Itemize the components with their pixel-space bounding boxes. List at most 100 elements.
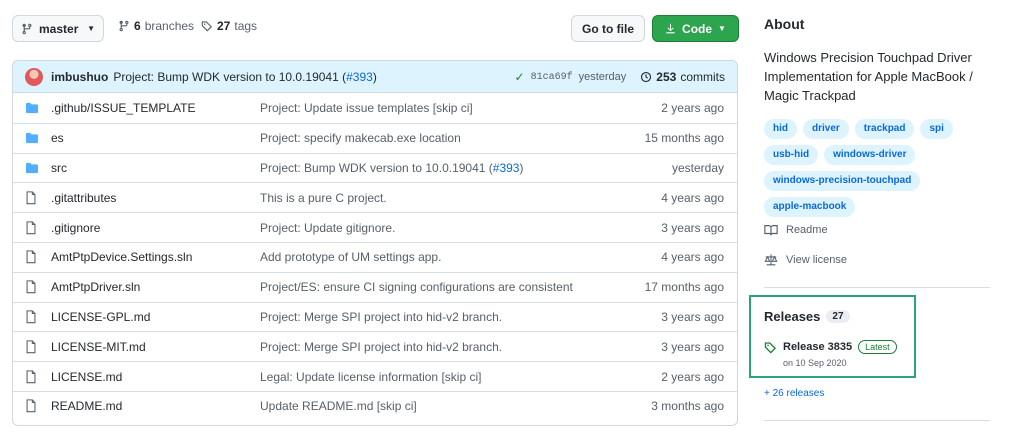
releases-count-badge: 27	[826, 310, 850, 323]
file-commit-message[interactable]: Project: Merge SPI project into hid-v2 b…	[260, 340, 502, 354]
go-to-file-button[interactable]: Go to file	[571, 15, 645, 42]
file-row[interactable]: .gitattributes This is a pure C project. 4…	[13, 182, 737, 212]
file-icon	[25, 369, 39, 384]
file-commit-message[interactable]: Legal: Update license information [skip …	[260, 370, 481, 384]
readme-link[interactable]: Readme	[764, 223, 828, 237]
file-commit-message[interactable]: Project: Bump WDK version to 10.0.19041 …	[260, 161, 523, 175]
tags-label: tags	[234, 19, 258, 33]
tags-count: 27	[217, 19, 231, 33]
file-commit-message[interactable]: Project: Update gitignore.	[260, 221, 395, 235]
file-row[interactable]: LICENSE-GPL.md Project: Merge SPI project…	[13, 301, 737, 332]
law-icon	[764, 254, 778, 266]
file-name-link[interactable]: LICENSE-GPL.md	[51, 310, 150, 324]
file-age: 3 years ago	[661, 309, 724, 324]
book-icon	[764, 225, 778, 236]
topic-tag[interactable]: trackpad	[854, 119, 915, 139]
file-row[interactable]: AmtPtpDevice.Settings.sln Add prototype o…	[13, 241, 737, 272]
topic-tag[interactable]: windows-precision-touchpad	[764, 171, 921, 191]
tag-icon	[201, 21, 213, 32]
avatar[interactable]	[25, 67, 43, 86]
tag-icon	[764, 341, 777, 353]
branches-count: 6	[134, 19, 141, 33]
download-icon	[666, 23, 675, 34]
latest-commit-bar: imbushuo Project: Bump WDK version to 10…	[13, 61, 737, 93]
file-icon	[25, 340, 39, 354]
topic-tag[interactable]: spi	[920, 119, 953, 139]
file-row[interactable]: .gitignore Project: Update gitignore. 3 ye…	[13, 212, 737, 242]
branch-selector[interactable]: master ▼	[12, 15, 104, 42]
topics-list: hid driver trackpad spi usb-hid windows-drive…	[764, 119, 984, 217]
divider	[764, 420, 990, 421]
branches-label: branches	[144, 19, 195, 33]
file-commit-message[interactable]: Project: specify makecab.exe location	[260, 131, 461, 145]
code-button[interactable]: Code ▼	[652, 15, 739, 42]
check-icon: ✓	[514, 70, 525, 84]
file-row[interactable]: README.md Update README.md [skip ci] 3 mon…	[13, 390, 737, 421]
file-row[interactable]: AmtPtpDriver.sln Project/ES: ensure CI si…	[13, 271, 737, 302]
file-name-link[interactable]: LICENSE-MIT.md	[51, 340, 146, 354]
topic-tag[interactable]: usb-hid	[764, 145, 819, 165]
file-commit-message[interactable]: Add prototype of UM settings app.	[260, 250, 441, 264]
file-name-link[interactable]: src	[51, 161, 67, 175]
file-row[interactable]: LICENSE-MIT.md Project: Merge SPI project…	[13, 331, 737, 361]
file-name-link[interactable]: README.md	[51, 399, 122, 413]
branches-link[interactable]: 6 branches	[118, 19, 194, 33]
folder-icon	[25, 161, 39, 175]
file-browser: imbushuo Project: Bump WDK version to 10…	[12, 60, 738, 426]
folder-icon	[25, 101, 39, 115]
file-commit-message[interactable]: Project: Merge SPI project into hid-v2 b…	[260, 310, 502, 324]
file-icon	[25, 250, 39, 264]
commit-message[interactable]: Project: Bump WDK version to 10.0.19041 …	[113, 70, 376, 84]
branch-name: master	[39, 21, 79, 36]
file-age: 4 years ago	[661, 190, 724, 205]
file-name-link[interactable]: es	[51, 131, 64, 145]
file-commit-message[interactable]: This is a pure C project.	[260, 191, 387, 205]
branch-icon	[119, 20, 129, 32]
file-name-link[interactable]: .gitignore	[51, 221, 100, 235]
file-icon	[25, 399, 39, 413]
topic-tag[interactable]: hid	[764, 119, 797, 139]
file-icon	[25, 280, 39, 294]
chevron-down-icon: ▼	[718, 24, 726, 33]
topic-tag[interactable]: windows-driver	[824, 145, 916, 165]
divider	[764, 287, 990, 288]
file-age: 3 months ago	[651, 399, 724, 414]
license-link[interactable]: View license	[764, 253, 847, 267]
pr-link[interactable]: #393	[493, 161, 520, 175]
file-name-link[interactable]: .github/ISSUE_TEMPLATE	[51, 101, 196, 115]
repo-description: Windows Precision Touchpad Driver Implem…	[764, 50, 973, 103]
latest-release-link[interactable]: Release 3835 Latest	[764, 340, 897, 354]
tags-link[interactable]: 27 tags	[201, 19, 257, 33]
file-commit-message[interactable]: Project: Update issue templates [skip ci…	[260, 101, 473, 115]
commits-link[interactable]: 253 commits	[640, 70, 725, 84]
file-name-link[interactable]: LICENSE.md	[51, 370, 122, 384]
topic-tag[interactable]: apple-macbook	[764, 197, 856, 217]
file-icon	[25, 310, 39, 324]
releases-heading[interactable]: Releases 27	[764, 309, 850, 324]
file-row[interactable]: src Project: Bump WDK version to 10.0.190…	[13, 152, 737, 183]
commit-sha[interactable]: 81ca69f	[531, 72, 573, 83]
commits-count: 253	[656, 70, 677, 84]
more-releases-link[interactable]: + 26 releases	[764, 388, 824, 399]
file-age: 4 years ago	[661, 250, 724, 265]
file-age: 3 years ago	[661, 220, 724, 235]
commit-author[interactable]: imbushuo	[51, 70, 108, 84]
pr-link[interactable]: #393	[346, 70, 373, 84]
branch-icon	[22, 23, 32, 34]
commit-time: yesterday	[578, 71, 627, 83]
file-age: yesterday	[671, 160, 724, 175]
file-row[interactable]: .github/ISSUE_TEMPLATE Project: Update is…	[13, 93, 737, 123]
release-name: Release 3835	[783, 341, 853, 353]
topic-tag[interactable]: driver	[803, 119, 849, 139]
file-name-link[interactable]: AmtPtpDevice.Settings.sln	[51, 250, 192, 264]
file-commit-message[interactable]: Project/ES: ensure CI signing configurat…	[260, 280, 573, 294]
file-name-link[interactable]: AmtPtpDriver.sln	[51, 280, 140, 294]
release-date: on 10 Sep 2020	[783, 358, 847, 368]
commits-label: commits	[680, 70, 725, 84]
file-commit-message[interactable]: Update README.md [skip ci]	[260, 399, 417, 413]
about-heading: About	[764, 16, 805, 32]
file-icon	[25, 191, 39, 205]
file-row[interactable]: es Project: specify makecab.exe location 1…	[13, 122, 737, 153]
file-name-link[interactable]: .gitattributes	[51, 191, 116, 205]
file-row[interactable]: LICENSE.md Legal: Update license informat…	[13, 361, 737, 391]
